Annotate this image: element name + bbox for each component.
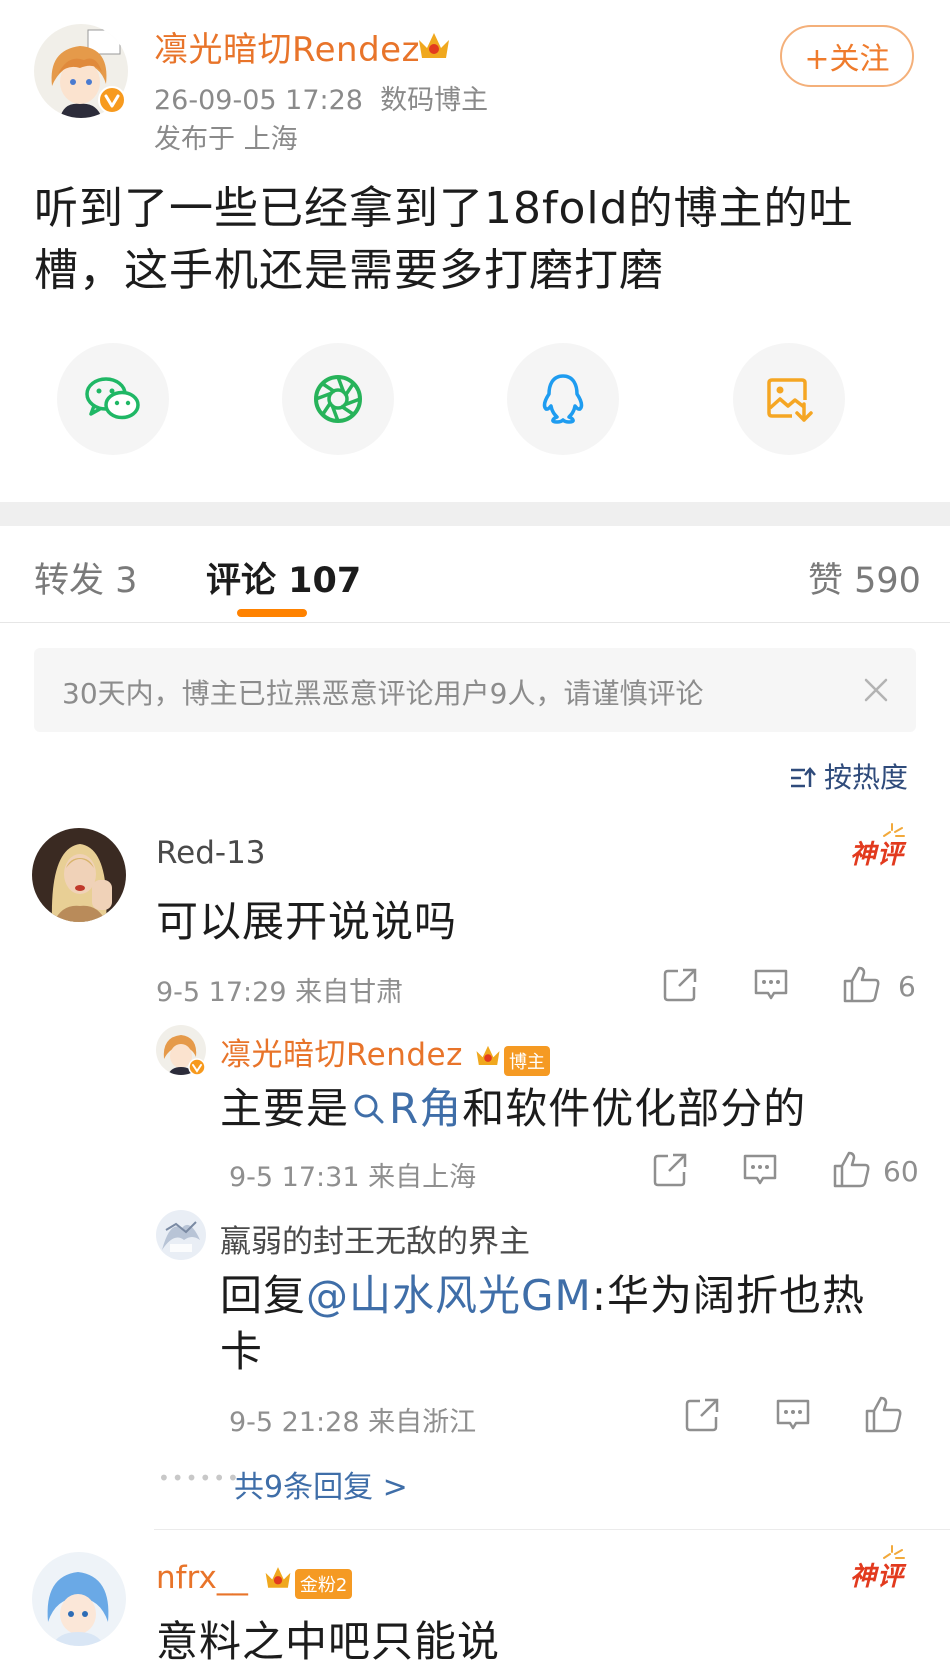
comment-avatar[interactable] — [32, 1552, 126, 1646]
like-count: 60 — [883, 1155, 919, 1188]
author-role: 数码博主 — [380, 85, 489, 116]
post-text-line-1: 听到了一些已经拿到了18fold的博主的吐 — [34, 183, 854, 234]
like-icon[interactable] — [842, 964, 882, 1004]
tab-divider — [0, 622, 950, 623]
comment-username-row: nfrx__ 金粉2 — [156, 1560, 353, 1599]
wechat-icon — [85, 377, 140, 420]
reply-text: 主要是 R角和软件优化部分的 — [220, 1084, 807, 1133]
like-icon[interactable] — [832, 1149, 872, 1189]
share-icon[interactable] — [684, 1397, 720, 1433]
comment-icon[interactable] — [741, 1152, 779, 1188]
reply-text: 回复@山水风光GM:华为阔折也热 — [220, 1271, 865, 1320]
comment-username[interactable]: Red-13 — [156, 835, 266, 871]
reply-meta: 9-5 17:31 来自上海 — [229, 1162, 477, 1193]
share-wechat-button[interactable] — [57, 343, 169, 455]
sort-icon — [791, 767, 816, 788]
comment-icon[interactable] — [752, 967, 790, 1003]
post-author-name[interactable]: 凛光暗切Rendez — [154, 22, 420, 71]
author-tag: 博主 — [503, 1045, 550, 1076]
notice-text: 30天内，博主已拉黑恶意评论用户9人，请谨慎评论 — [62, 677, 704, 710]
share-icon[interactable] — [662, 967, 698, 1003]
comment-username[interactable]: nfrx__ — [156, 1560, 248, 1596]
vip-crown-icon — [265, 1567, 291, 1588]
post-time: 26-09-05 17:28 数码博主 — [154, 85, 489, 116]
tab-repost[interactable]: 转发 3 — [34, 552, 137, 603]
search-icon — [354, 1094, 384, 1124]
comment-meta: 9-5 17:29 来自甘肃 — [156, 977, 404, 1008]
fan-level-tag: 金粉2 — [294, 1568, 353, 1599]
comment-notice-bar: 30天内，博主已拉黑恶意评论用户9人，请谨慎评论 — [34, 648, 916, 732]
active-tab-indicator — [237, 609, 307, 617]
post-text-line-2: 槽，这手机还是需要多打磨打磨 — [34, 245, 664, 296]
mention-link[interactable]: @山水风光GM — [306, 1271, 592, 1320]
verified-badge-icon — [188, 1058, 206, 1076]
share-icon[interactable] — [652, 1152, 688, 1188]
vip-crown-icon — [416, 28, 452, 62]
replies-dots: •••••• — [158, 1466, 241, 1490]
sort-button[interactable]: 按热度 — [790, 756, 908, 796]
comment-text: 意料之中吧只能说 — [156, 1617, 501, 1666]
follow-button[interactable]: +关注 — [780, 25, 914, 87]
comment-divider — [154, 1529, 950, 1530]
verified-badge-icon — [98, 86, 126, 114]
reply-username[interactable]: 羸弱的封王无敌的界主 — [220, 1216, 530, 1261]
tab-likes[interactable]: 赞 590 — [808, 552, 921, 603]
view-more-replies-link[interactable]: 共9条回复 > — [234, 1462, 408, 1506]
moments-icon — [314, 375, 362, 423]
share-moments-button[interactable] — [282, 343, 394, 455]
save-image-button[interactable] — [733, 343, 845, 455]
topic-link[interactable]: R角 — [349, 1084, 462, 1133]
section-divider — [0, 502, 950, 526]
share-qq-button[interactable] — [507, 343, 619, 455]
reply-username-row: 凛光暗切Rendez 博主 — [220, 1029, 550, 1076]
comment-avatar[interactable] — [32, 828, 126, 922]
sparkle-icon — [883, 823, 905, 837]
tab-comments[interactable]: 评论 107 — [206, 552, 361, 603]
sparkle-icon — [883, 1545, 905, 1559]
like-count: 6 — [898, 970, 916, 1003]
like-icon[interactable] — [864, 1394, 904, 1434]
qq-icon — [542, 374, 584, 424]
sort-label: 按热度 — [824, 761, 909, 794]
comment-text: 可以展开说说吗 — [156, 897, 458, 946]
reply-username[interactable]: 凛光暗切Rendez — [220, 1037, 463, 1073]
reply-meta: 9-5 21:28 来自浙江 — [229, 1407, 477, 1438]
save-image-icon — [767, 378, 813, 422]
reply-text-continued: 卡 — [220, 1327, 264, 1376]
comment-icon[interactable] — [774, 1397, 812, 1433]
post-location: 发布于 上海 — [154, 124, 298, 155]
reply-avatar[interactable] — [156, 1210, 206, 1260]
close-icon[interactable] — [862, 676, 890, 704]
vip-crown-icon — [476, 1045, 500, 1065]
